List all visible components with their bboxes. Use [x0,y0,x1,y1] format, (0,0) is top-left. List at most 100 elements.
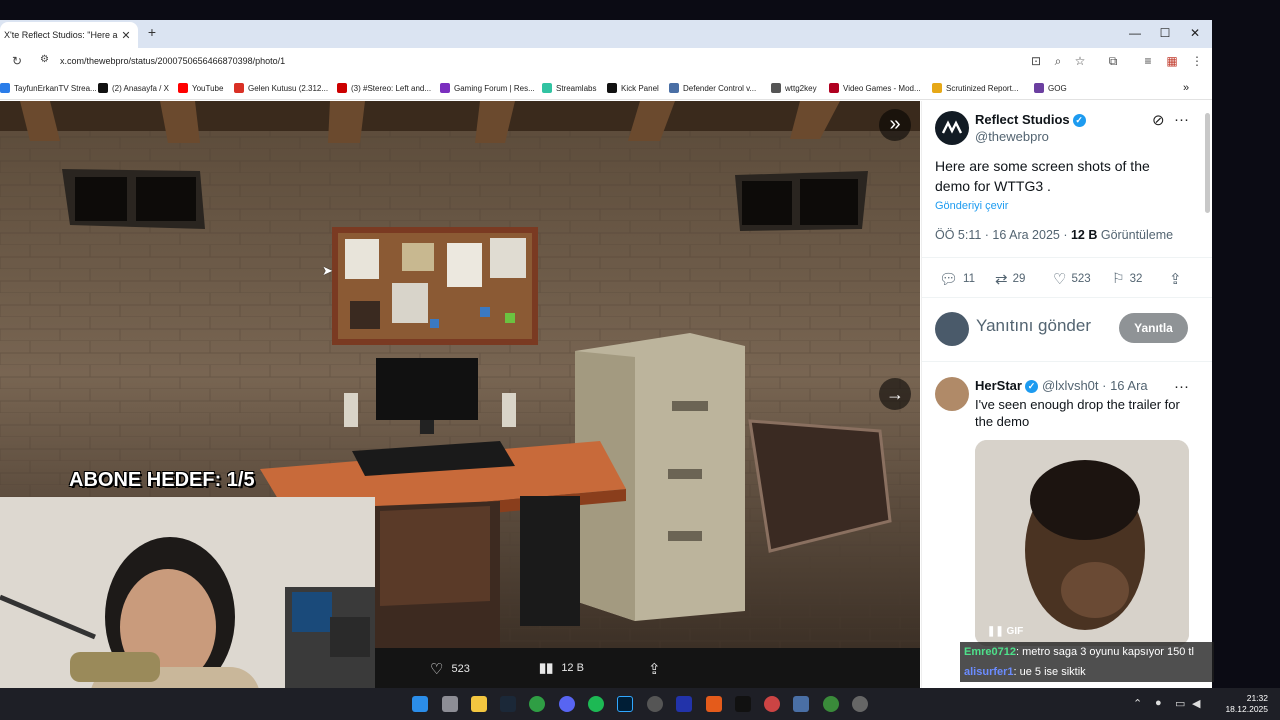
spotify-icon[interactable] [588,696,604,712]
network-icon[interactable]: ▭ [1175,697,1185,710]
photo-like-button[interactable]: ♡ 523 [430,660,470,678]
bookmark-item[interactable]: Defender Control v... [669,81,756,95]
epic-games-icon[interactable] [735,696,751,712]
close-window-button[interactable]: ✕ [1180,24,1210,44]
verified-badge-icon: ✓ [1024,380,1038,394]
retweet-action[interactable]: ⇄ 29 [995,270,1025,288]
expand-sidebar-icon[interactable]: » [879,109,911,141]
author-handle[interactable]: @thewebpro [975,129,1049,144]
analytics-icon: ▮▮ [539,660,554,675]
bookmark-item[interactable]: Streamlabs [542,81,596,95]
heart-icon: ♡ [1053,271,1067,288]
favicon-icon [771,83,781,93]
app-icon[interactable] [706,696,722,712]
app-icon[interactable] [852,696,868,712]
author-avatar[interactable] [935,111,969,145]
tray-overflow-icon[interactable]: ⌃ [1133,697,1142,710]
next-photo-button[interactable]: → [879,378,911,410]
favicon-icon [542,83,552,93]
photoshop-icon[interactable] [617,696,633,712]
app-icon[interactable] [823,696,839,712]
zoom-icon[interactable]: ⌕ [1050,54,1066,69]
profile-extension-icon[interactable]: ▦ [1164,54,1180,68]
favicon-icon [178,83,188,93]
bookmark-item[interactable]: Kick Panel [607,81,659,95]
vegas-icon[interactable] [676,696,692,712]
bookmark-item[interactable]: Scrutinized Report... [932,81,1018,95]
bookmark-star-icon[interactable]: ☆ [1072,54,1088,68]
extensions-icon[interactable]: ⧉ [1105,54,1121,69]
favicon-icon [440,83,450,93]
tab-active[interactable]: X'te Reflect Studios: "Here are s ✕ [0,22,138,48]
bookmark-item[interactable]: (3) #Stereo: Left and... [337,81,431,95]
microphone-icon[interactable]: ● [1155,697,1162,709]
divider [922,257,1212,258]
translate-link[interactable]: Gönderiyi çevir [935,200,1008,212]
volume-icon[interactable]: ◀ [1192,697,1200,710]
reply-author-name: HerStar [975,378,1022,393]
url-field[interactable]: x.com/thewebpro/status/20007506564668703… [60,56,285,66]
favicon-icon [337,83,347,93]
reply-author-row[interactable]: HerStar ✓ @lxlvsh0t · 16 Ara [975,378,1148,394]
favicon-icon [829,83,839,93]
discord-icon[interactable] [559,696,575,712]
retweet-icon: ⇄ [995,271,1008,288]
user-avatar [935,312,969,346]
divider [922,297,1212,298]
bookmark-item[interactable]: Gaming Forum | Res... [440,81,535,95]
photo-views-button[interactable]: ▮▮ 12 B [539,660,584,676]
tweet-text: Here are some screen shots of the demo f… [935,158,1150,194]
minimize-button[interactable]: — [1120,24,1150,44]
new-tab-button[interactable]: + [144,24,160,42]
obs-icon[interactable] [647,696,663,712]
tab-close-icon[interactable]: ✕ [118,29,134,42]
file-explorer-icon[interactable] [471,696,487,712]
address-bar: ↻ ⚙ x.com/thewebpro/status/2000750656466… [0,48,1212,76]
bookmark-item[interactable]: Gelen Kutusu (2.312... [234,81,328,95]
bookmark-item[interactable]: TayfunErkanTV Strea... [0,81,97,95]
more-bookmarks-icon[interactable]: » [1183,81,1189,95]
author-name-row[interactable]: Reflect Studios ✓ [975,112,1086,128]
start-icon[interactable] [412,696,428,712]
install-app-icon[interactable]: ⊡ [1028,54,1044,68]
stream-chat: Emre0712: metro saga 3 oyunu kapsıyor 15… [960,642,1214,682]
reflect-logo-icon [941,120,963,134]
chat-message: Emre0712: metro saga 3 oyunu kapsıyor 15… [960,642,1214,662]
taskbar: ⌃ ● ▭ ◀ 21:32 18.12.2025 [0,688,1280,720]
maximize-button[interactable]: ☐ [1150,24,1180,44]
menu-icon[interactable]: ⋮ [1189,54,1205,68]
favicon-icon [932,83,942,93]
bookmark-action[interactable]: ⚐ 32 [1112,270,1142,287]
view-count: 12 B [1070,228,1098,242]
gif-controls[interactable]: ❚❚ GIF [987,626,1023,637]
favicon-icon [0,83,10,93]
more-options-icon[interactable]: ··· [1174,111,1189,128]
site-info-icon[interactable]: ⚙ [40,54,49,65]
media-control-icon[interactable]: ≡ [1140,54,1156,68]
tab-title: X'te Reflect Studios: "Here are s [4,30,118,40]
reply-action[interactable]: 💬︎ 11 [939,270,975,288]
share-icon[interactable]: ⇪ [1169,270,1182,288]
reply-input[interactable]: Yanıtını gönder [976,316,1091,336]
share-icon[interactable]: ⇪ [648,660,661,678]
heart-icon: ♡ [430,661,444,678]
steam-icon[interactable] [500,696,516,712]
reply-gif[interactable]: ❚❚ GIF [975,440,1189,646]
reply-button[interactable]: Yanıtla [1119,313,1188,343]
bookmark-item[interactable]: (2) Anasayfa / X [98,81,169,95]
task-view-icon[interactable] [442,696,458,712]
bookmark-item[interactable]: wttg2key [771,81,817,95]
app-icon[interactable] [793,696,809,712]
more-options-icon[interactable]: ··· [1174,378,1189,395]
reply-author-avatar[interactable] [935,377,969,411]
app-icon[interactable] [764,696,780,712]
clock[interactable]: 21:32 18.12.2025 [1225,693,1268,715]
scrollbar[interactable] [1205,113,1210,213]
chrome-icon[interactable] [529,696,545,712]
bookmark-item[interactable]: YouTube [178,81,223,95]
reload-icon[interactable]: ↻ [12,54,22,68]
bookmark-item[interactable]: Video Games - Mod... [829,81,921,95]
grok-icon[interactable]: ⊘ [1152,111,1165,129]
bookmark-item[interactable]: GOG [1034,81,1067,95]
like-action[interactable]: ♡ 523 [1053,270,1091,288]
